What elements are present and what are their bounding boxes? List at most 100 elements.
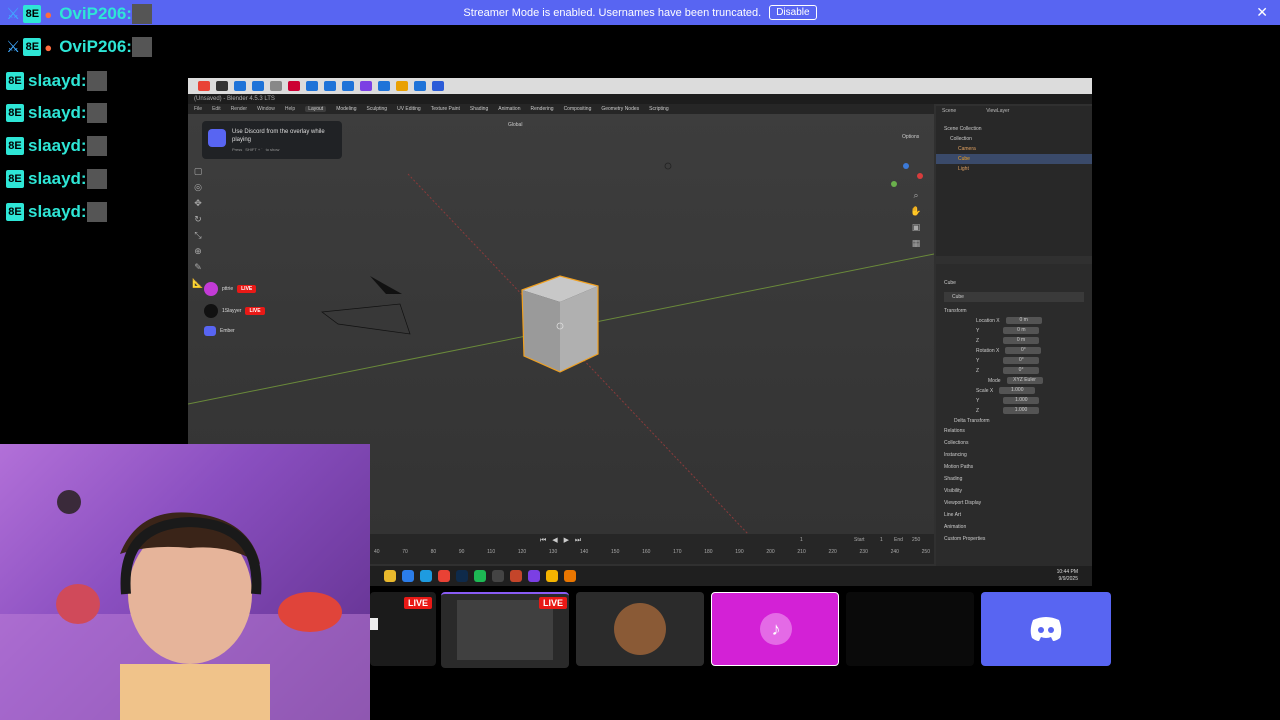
mode-select[interactable]: XYZ Euler (1006, 377, 1043, 385)
menu-window[interactable]: Window (257, 106, 275, 112)
outliner-item-cube[interactable]: Cube (936, 154, 1092, 164)
panel-instancing[interactable]: Instancing (936, 450, 1092, 462)
scale-z-field[interactable]: 1.000 (1003, 407, 1040, 415)
panel-shading[interactable]: Shading (936, 474, 1092, 486)
delta-transform-header[interactable]: Delta Transform (936, 416, 1092, 426)
timeline-panel[interactable]: ⏮ ◀ ▶ ⏭ 1 Start 1 End 250 40 70 80 90 11… (370, 534, 934, 564)
panel-visibility[interactable]: Visibility (936, 486, 1092, 498)
file-explorer-icon[interactable] (384, 570, 396, 582)
object-name-field[interactable]: Cube (944, 292, 1084, 302)
rotation-y-field[interactable]: 0° (1003, 357, 1040, 365)
chrome-icon[interactable] (438, 570, 450, 582)
current-frame-field[interactable]: 1 (800, 537, 803, 543)
cursor-icon[interactable]: ◎ (192, 182, 204, 194)
playback-controls[interactable]: ⏮ ◀ ▶ ⏭ (540, 536, 583, 545)
rotate-icon[interactable]: ↻ (192, 214, 204, 226)
transform-icon[interactable]: ⊕ (192, 246, 204, 258)
transform-header[interactable]: Transform (936, 306, 1092, 316)
edge-icon[interactable] (420, 570, 432, 582)
participant-tile[interactable] (576, 592, 704, 666)
location-y-field[interactable]: 0 m (1003, 327, 1040, 335)
panel-animation[interactable]: Animation (936, 522, 1092, 534)
panel-motion-paths[interactable]: Motion Paths (936, 462, 1092, 474)
orientation-select[interactable]: Global (508, 122, 522, 128)
rotation-z-field[interactable]: 0° (1003, 367, 1040, 375)
menu-render[interactable]: Render (231, 106, 247, 112)
rotation-x-field[interactable]: 0° (1005, 347, 1042, 355)
close-icon[interactable]: ✕ (1256, 4, 1268, 21)
scene-selector[interactable]: Scene (942, 108, 956, 114)
tab-compositing[interactable]: Compositing (564, 106, 592, 112)
discord-tile[interactable] (981, 592, 1111, 666)
scale-x-field[interactable]: 1.000 (999, 387, 1036, 395)
options-menu[interactable]: Options (902, 134, 919, 140)
tab-sculpting[interactable]: Sculpting (367, 106, 388, 112)
scale-y-field[interactable]: 1.000 (1003, 397, 1040, 405)
tab-layout[interactable]: Layout (305, 106, 327, 112)
menu-edit[interactable]: Edit (212, 106, 221, 112)
app-icon[interactable] (342, 81, 354, 91)
outliner-panel[interactable]: Scene ViewLayer Scene Collection Collect… (936, 106, 1092, 256)
app-icon[interactable] (270, 81, 282, 91)
tab-uv-editing[interactable]: UV Editing (397, 106, 421, 112)
photoshop-icon[interactable] (456, 570, 468, 582)
menu-help[interactable]: Help (285, 106, 295, 112)
app-icon[interactable] (306, 81, 318, 91)
location-z-field[interactable]: 0 m (1003, 337, 1040, 345)
app-icon[interactable] (528, 570, 540, 582)
app-icon[interactable] (324, 81, 336, 91)
panel-line-art[interactable]: Line Art (936, 510, 1092, 522)
properties-panel[interactable]: Cube Cube Transform Location X0 m Y0 m Z… (936, 264, 1092, 586)
participant-tile[interactable]: ♪ (711, 592, 839, 666)
select-box-icon[interactable]: ▢ (192, 166, 204, 178)
camera-view-icon[interactable]: ▣ (910, 222, 922, 234)
tab-scripting[interactable]: Scripting (649, 106, 668, 112)
grid-icon[interactable]: ▦ (910, 238, 922, 250)
menu-file[interactable]: File (194, 106, 202, 112)
tab-animation[interactable]: Animation (498, 106, 520, 112)
annotate-icon[interactable]: ✎ (192, 262, 204, 274)
tab-shading[interactable]: Shading (470, 106, 488, 112)
app-icon[interactable] (216, 81, 228, 91)
location-x-field[interactable]: 0 m (1005, 317, 1042, 325)
participant-tile[interactable] (846, 592, 974, 666)
move-icon[interactable]: ✥ (192, 198, 204, 210)
tab-rendering[interactable]: Rendering (530, 106, 553, 112)
measure-icon[interactable]: 📐 (192, 278, 204, 290)
tab-texture-paint[interactable]: Texture Paint (431, 106, 460, 112)
app-icon[interactable] (234, 81, 246, 91)
outliner-item-light[interactable]: Light (936, 164, 1092, 174)
app-icon[interactable] (414, 81, 426, 91)
start-field[interactable]: 1 (880, 537, 883, 543)
scene-collection[interactable]: Scene Collection (936, 124, 1092, 134)
pan-hand-icon[interactable]: ✋ (910, 206, 922, 218)
view-layer-selector[interactable]: ViewLayer (986, 108, 1009, 114)
panel-viewport-display[interactable]: Viewport Display (936, 498, 1092, 510)
app-icon[interactable] (198, 81, 210, 91)
app-icon[interactable] (252, 81, 264, 91)
media-player-icon[interactable] (492, 570, 504, 582)
app-icon[interactable] (378, 81, 390, 91)
tab-modeling[interactable]: Modeling (336, 106, 356, 112)
panel-custom-properties[interactable]: Custom Properties (936, 534, 1092, 546)
outliner-item-camera[interactable]: Camera (936, 144, 1092, 154)
app-icon[interactable] (546, 570, 558, 582)
app-icon[interactable] (360, 81, 372, 91)
spotify-icon[interactable] (474, 570, 486, 582)
discord-overlay-popup[interactable]: Use Discord from the overlay while playi… (202, 121, 342, 159)
tab-geometry-nodes[interactable]: Geometry Nodes (601, 106, 639, 112)
app-icon[interactable] (288, 81, 300, 91)
end-field[interactable]: 250 (912, 537, 920, 543)
scale-icon[interactable]: ⤡ (192, 230, 204, 242)
store-icon[interactable] (402, 570, 414, 582)
app-icon[interactable] (510, 570, 522, 582)
app-icon[interactable] (396, 81, 408, 91)
app-icon[interactable] (432, 81, 444, 91)
collection-row[interactable]: Collection (936, 134, 1092, 144)
panel-collections[interactable]: Collections (936, 438, 1092, 450)
zoom-icon[interactable]: ⌕ (910, 190, 922, 202)
disable-button[interactable]: Disable (769, 5, 817, 20)
blender-icon[interactable] (564, 570, 576, 582)
panel-relations[interactable]: Relations (936, 426, 1092, 438)
system-clock[interactable]: 10:44 PM 9/9/2025 (1057, 569, 1078, 583)
